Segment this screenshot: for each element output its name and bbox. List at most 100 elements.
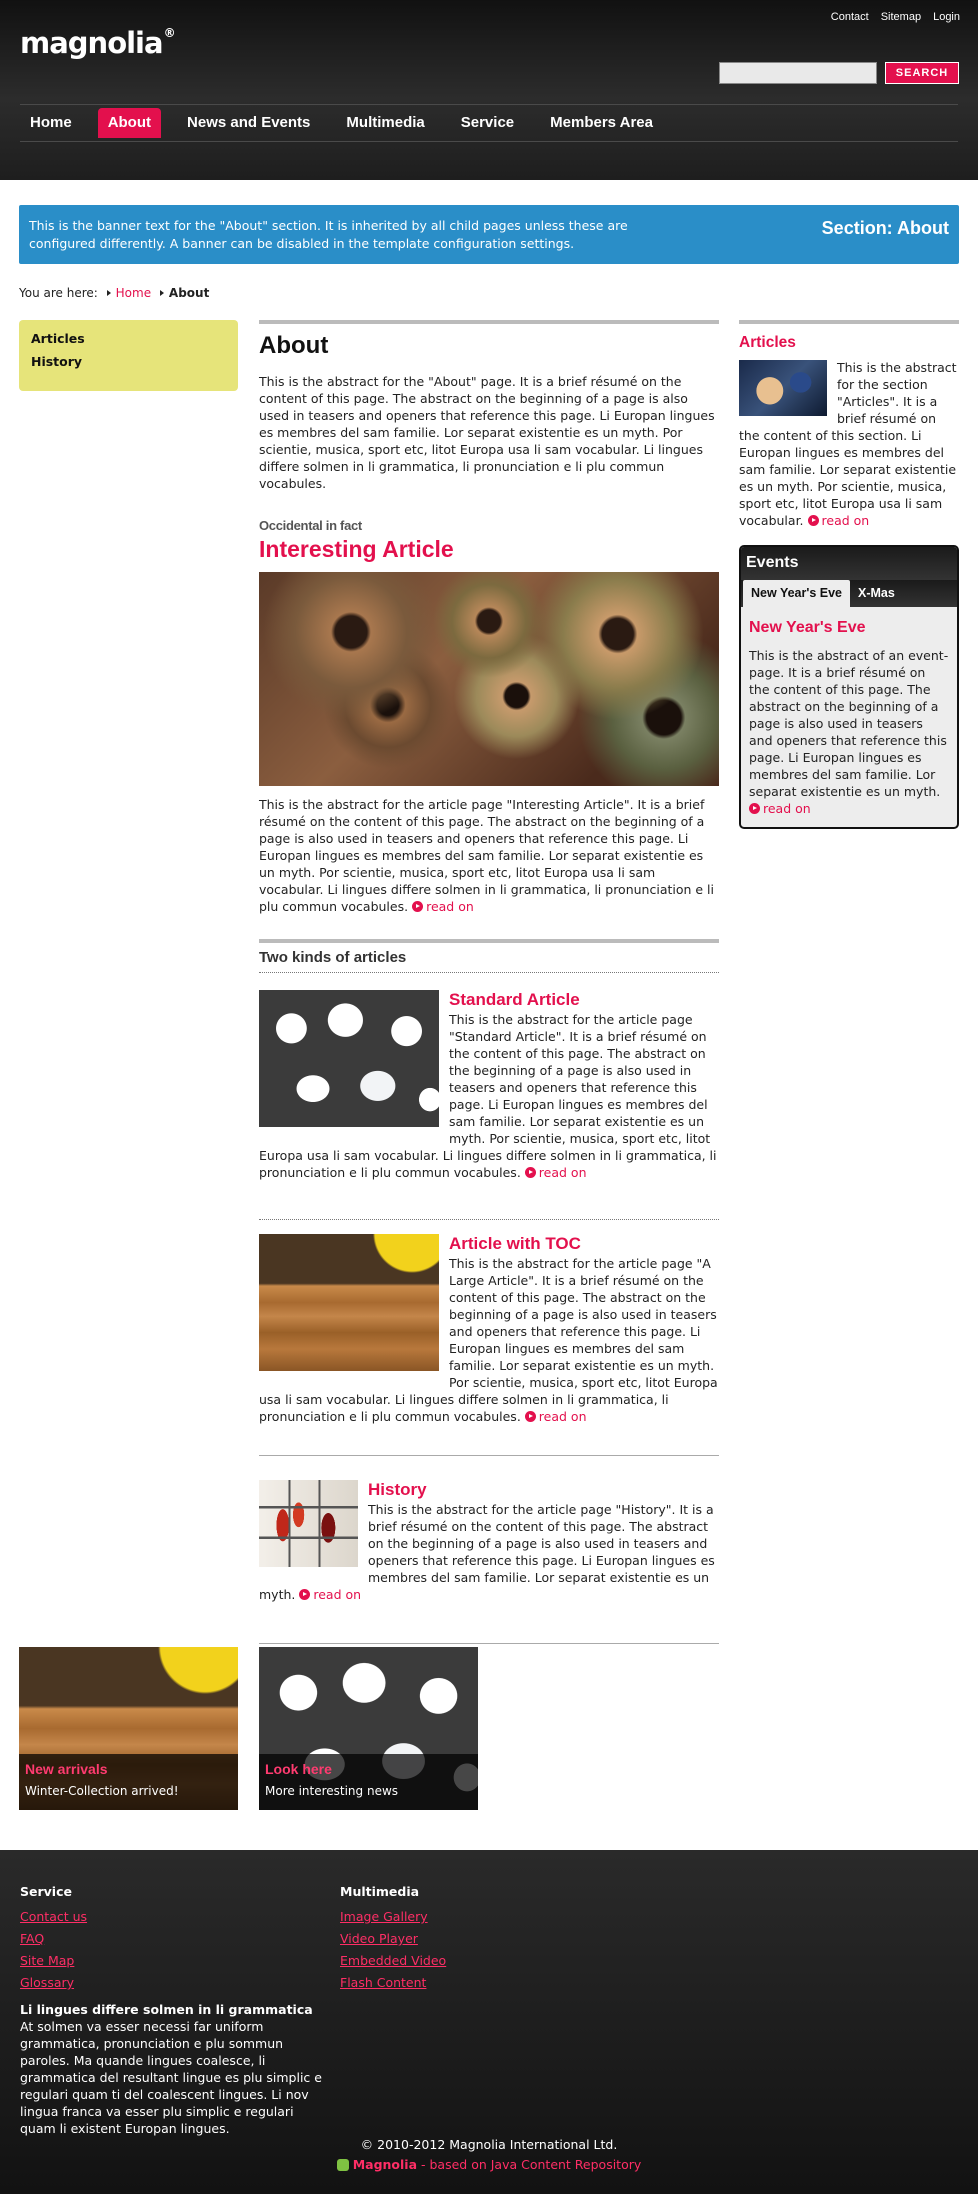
teaser-image[interactable] [259, 1480, 358, 1568]
footer-link-glossary[interactable]: Glossary [20, 1972, 87, 1994]
main-content: About This is the abstract for the "Abou… [259, 320, 719, 1645]
nav-item-news-and-events[interactable]: News and Events [177, 108, 320, 138]
promo-caption: Look here More interesting news [259, 1754, 478, 1810]
footer-service-title: Service [20, 1884, 72, 1899]
teaser-history: History This is the abstract for the art… [259, 1456, 719, 1603]
tab-new-years-eve[interactable]: New Year's Eve [743, 579, 851, 607]
breadcrumb-arrow-icon [106, 290, 111, 296]
read-on-link[interactable]: read on [524, 1409, 587, 1424]
breadcrumb-current: About [168, 286, 210, 300]
teaser-standard-article: Standard Article This is the abstract fo… [259, 973, 719, 1181]
featured-kicker: Occidental in fact [259, 517, 362, 533]
nav-item-service[interactable]: Service [451, 108, 524, 138]
sidebar-articles-image[interactable] [739, 360, 827, 417]
page-abstract: This is the abstract for the "About" pag… [259, 373, 715, 491]
magnolia-leaf-icon [336, 2159, 349, 2171]
section-divider [259, 1643, 719, 1645]
powered-text: - based on Java Content Repository [417, 2157, 642, 2172]
footer-link-image-gallery[interactable]: Image Gallery [340, 1906, 446, 1928]
powered-brand-link[interactable]: Magnolia [353, 2157, 417, 2172]
breadcrumb-arrow-icon [159, 290, 164, 296]
articles-box: Two kinds of articles Standard Article T… [259, 938, 719, 1426]
section-banner: This is the banner text for the "About" … [19, 205, 959, 264]
featured-text: This is the abstract for the article pag… [259, 796, 715, 914]
arrow-circle-icon [299, 1589, 311, 1601]
read-on-link[interactable]: read on [524, 1165, 587, 1180]
events-panel: New Year's Eve This is the abstract of a… [741, 607, 957, 827]
featured-read-on-link[interactable]: read on [412, 899, 474, 914]
right-sidebar: Articles This is the abstract for the se… [739, 320, 959, 829]
footer-text-title: Li lingues differe solmen in li grammati… [20, 2002, 313, 2017]
magnolia-logo[interactable]: magnolia® [20, 24, 176, 63]
sub-navigation: Articles History [19, 320, 238, 391]
teaser-image[interactable] [259, 989, 439, 1127]
nav-item-about[interactable]: About [97, 108, 162, 138]
teaser-image[interactable] [259, 1234, 439, 1372]
arrow-circle-icon [412, 900, 424, 912]
search-button[interactable]: SEARCH [885, 62, 959, 84]
sitemap-link[interactable]: Sitemap [881, 10, 921, 25]
nav-divider-bottom [20, 141, 958, 142]
sidebar-top-rule [739, 320, 959, 324]
site-footer: Service Contact us FAQ Site Map Glossary… [0, 1850, 978, 2194]
event-text: This is the abstract of an event-page. I… [749, 647, 949, 816]
banner-section-title: Section: About [821, 218, 949, 238]
arrow-circle-icon [807, 515, 819, 527]
arrow-circle-icon [524, 1411, 536, 1423]
promo-text: Winter-Collection arrived! [25, 1784, 179, 1799]
promo-look-here[interactable]: Look here More interesting news [259, 1647, 478, 1810]
featured-image[interactable] [259, 571, 719, 786]
event-title[interactable]: New Year's Eve [749, 617, 949, 639]
read-on-link[interactable]: read on [749, 801, 811, 816]
nav-item-members-area[interactable]: Members Area [540, 108, 663, 138]
footer-text-block: Li lingues differe solmen in li grammati… [20, 2001, 330, 2137]
featured-title[interactable]: Interesting Article [259, 534, 719, 565]
featured-article: Occidental in fact Interesting Article T… [259, 517, 719, 915]
footer-link-video-player[interactable]: Video Player [340, 1928, 446, 1950]
page-title: About [259, 332, 329, 359]
footer-text: At solmen va esser necessi far uniform g… [20, 2019, 322, 2136]
sidebar-articles-title[interactable]: Articles [739, 332, 959, 353]
promo-text: More interesting news [265, 1784, 399, 1799]
arrow-circle-icon [524, 1167, 536, 1179]
box-title: Two kinds of articles [259, 943, 719, 973]
nav-divider-top [20, 104, 958, 105]
tab-x-mas[interactable]: X-Mas [850, 580, 903, 607]
promo-title: New arrivals [25, 1761, 108, 1777]
arrow-circle-icon [749, 802, 760, 814]
footer-service-column: Service Contact us FAQ Site Map Glossary [20, 1883, 87, 1994]
teaser-article-with-toc: Article with TOC This is the abstract fo… [259, 1220, 719, 1425]
meta-nav: Contact Sitemap Login [831, 10, 960, 25]
login-link[interactable]: Login [933, 10, 960, 25]
banner-text: This is the banner text for the "About" … [29, 218, 628, 251]
nav-item-home[interactable]: Home [20, 108, 82, 138]
read-on-link[interactable]: read on [299, 1587, 361, 1602]
search-input[interactable] [719, 62, 877, 84]
footer-link-contact-us[interactable]: Contact us [20, 1906, 87, 1928]
main-nav: Home About News and Events Multimedia Se… [20, 108, 679, 138]
promo-caption: New arrivals Winter-Collection arrived! [19, 1754, 238, 1810]
read-on-link[interactable]: read on [807, 513, 869, 528]
events-tabs: New Year's Eve X-Mas [741, 579, 957, 607]
events-title: Events [741, 547, 957, 580]
nav-item-multimedia[interactable]: Multimedia [336, 108, 434, 138]
promo-title: Look here [265, 1761, 332, 1777]
subnav-item-history[interactable]: History [31, 353, 226, 370]
sidebar-articles-teaser: This is the abstract for the section "Ar… [739, 359, 959, 529]
breadcrumb: You are here: Home About [19, 285, 209, 301]
copyright: © 2010-2012 Magnolia International Ltd. [360, 2137, 618, 2152]
subnav-item-articles[interactable]: Articles [31, 330, 226, 347]
footer-link-site-map[interactable]: Site Map [20, 1950, 87, 1972]
promo-new-arrivals[interactable]: New arrivals Winter-Collection arrived! [19, 1647, 238, 1810]
footer-link-faq[interactable]: FAQ [20, 1928, 87, 1950]
powered-by: Magnolia - based on Java Content Reposit… [0, 2156, 978, 2173]
footer-link-embedded-video[interactable]: Embedded Video [340, 1950, 446, 1972]
site-header: magnolia® Contact Sitemap Login SEARCH H… [0, 0, 978, 180]
footer-link-flash-content[interactable]: Flash Content [340, 1972, 446, 1994]
footer-multimedia-column: Multimedia Image Gallery Video Player Em… [340, 1883, 446, 1994]
breadcrumb-prefix: You are here: [19, 286, 98, 300]
content-top-rule [259, 320, 719, 324]
breadcrumb-home-link[interactable]: Home [116, 286, 151, 300]
contact-link[interactable]: Contact [831, 10, 869, 25]
events-widget: Events New Year's Eve X-Mas New Year's E… [739, 545, 959, 829]
